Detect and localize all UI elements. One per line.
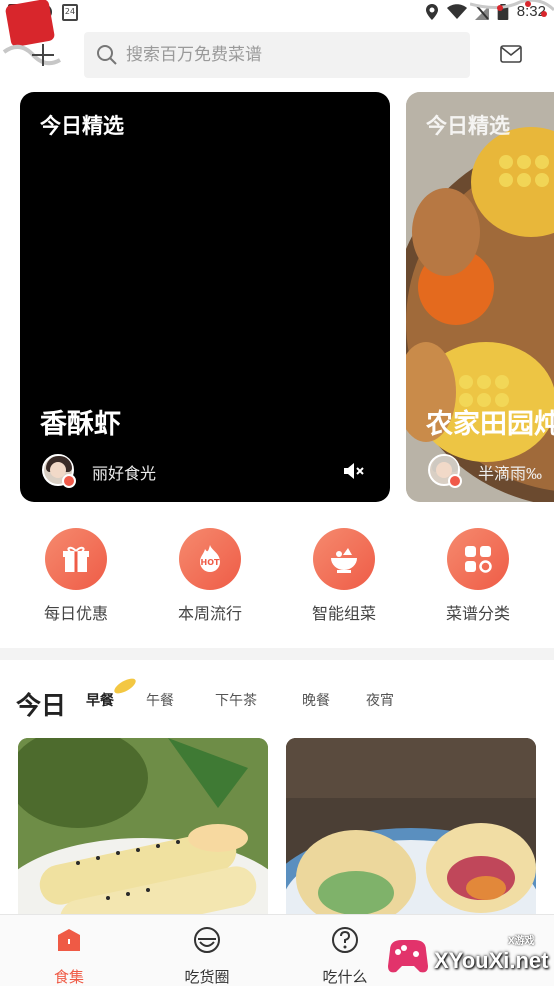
clock: 8:32 [516, 3, 546, 20]
nav-label: 食集 [53, 969, 84, 986]
top-bar [0, 30, 554, 82]
recipe-card[interactable] [286, 738, 536, 928]
quick-label: 每日优惠 [43, 606, 108, 623]
home-icon [58, 929, 80, 951]
featured-title: 香酥虾 [40, 409, 121, 439]
quick-weekly-trending[interactable]: HOT 本周流行 [150, 528, 270, 624]
hot-fire-icon: HOT [200, 545, 220, 572]
mail-icon[interactable] [500, 45, 522, 63]
calendar-icon: 24 [62, 4, 78, 21]
nav-label: 吃什么 [322, 969, 368, 986]
quick-label: 本周流行 [177, 606, 242, 623]
recipe-card[interactable] [18, 738, 268, 928]
featured-card[interactable]: 今日精选 农家田园炖 半滴雨‰ [406, 92, 554, 502]
search-bar[interactable] [84, 32, 470, 78]
author-name[interactable]: 丽好食光 [92, 460, 156, 484]
signal-off-icon [474, 3, 489, 20]
quick-daily-deals[interactable]: 每日优惠 [16, 528, 136, 624]
tab-afternoon-tea[interactable]: 下午茶 [215, 690, 257, 710]
watermark-text: XYouXi.net [434, 948, 549, 973]
tab-breakfast[interactable]: 早餐 [86, 690, 114, 710]
location-icon [425, 3, 438, 20]
featured-title: 农家田园炖 [426, 409, 554, 439]
recipe-photo [286, 738, 536, 928]
battery-icon [497, 3, 509, 20]
search-icon [97, 45, 117, 65]
add-recipe-button[interactable] [28, 40, 58, 70]
quick-smart-combo[interactable]: 智能组菜 [284, 528, 404, 624]
category-grid-icon [465, 546, 492, 573]
food-bowl-icon [331, 548, 357, 573]
verified-badge-icon [62, 474, 76, 488]
nav-what-to-eat[interactable]: 吃什么 [300, 925, 390, 986]
svg-text:HOT: HOT [201, 558, 220, 567]
tab-late-snack[interactable]: 夜宵 [366, 690, 394, 710]
author-avatar[interactable] [428, 454, 462, 488]
featured-card[interactable]: 今日精选 香酥虾 丽好食光 [20, 92, 390, 502]
verified-badge-icon [448, 474, 462, 488]
gift-icon [63, 546, 89, 572]
wifi-icon [446, 3, 467, 19]
section-divider [0, 648, 554, 660]
watermark-small-text: X游戏 [508, 936, 535, 947]
watermark-logo: X游戏 XYouXi.net [384, 928, 550, 984]
featured-tag: 今日精选 [40, 115, 124, 138]
smile-icon [194, 927, 220, 953]
quick-label: 智能组菜 [311, 606, 376, 623]
quick-recipe-category[interactable]: 菜谱分类 [418, 528, 538, 624]
featured-tag: 今日精选 [426, 115, 510, 138]
nav-label: 吃货圈 [184, 969, 230, 986]
author-name[interactable]: 半滴雨‰ [478, 460, 542, 484]
do-not-disturb-icon [36, 4, 52, 20]
app-notification-icon [8, 4, 26, 22]
meal-tabs: 早餐 午餐 下午茶 晚餐 夜宵 [0, 690, 554, 714]
tab-dinner[interactable]: 晚餐 [302, 690, 330, 710]
quick-label: 菜谱分类 [445, 606, 510, 623]
gamepad-logo-icon [388, 940, 428, 973]
nav-home[interactable]: 食集 [24, 925, 114, 986]
nav-foodie-circle[interactable]: 吃货圈 [162, 925, 252, 986]
mute-icon[interactable] [342, 460, 366, 482]
search-input[interactable] [126, 45, 446, 65]
recipe-photo [18, 738, 268, 928]
question-icon [332, 927, 358, 953]
featured-carousel[interactable]: 今日精选 香酥虾 丽好食光 今日精选 农家田园炖 半滴雨‰ [0, 92, 554, 504]
tab-lunch[interactable]: 午餐 [146, 690, 174, 710]
status-bar: 24 8:32 [0, 0, 554, 26]
quick-actions: 每日优惠 HOT 本周流行 智能组菜 菜谱分类 [0, 528, 554, 628]
author-avatar[interactable] [42, 454, 76, 488]
